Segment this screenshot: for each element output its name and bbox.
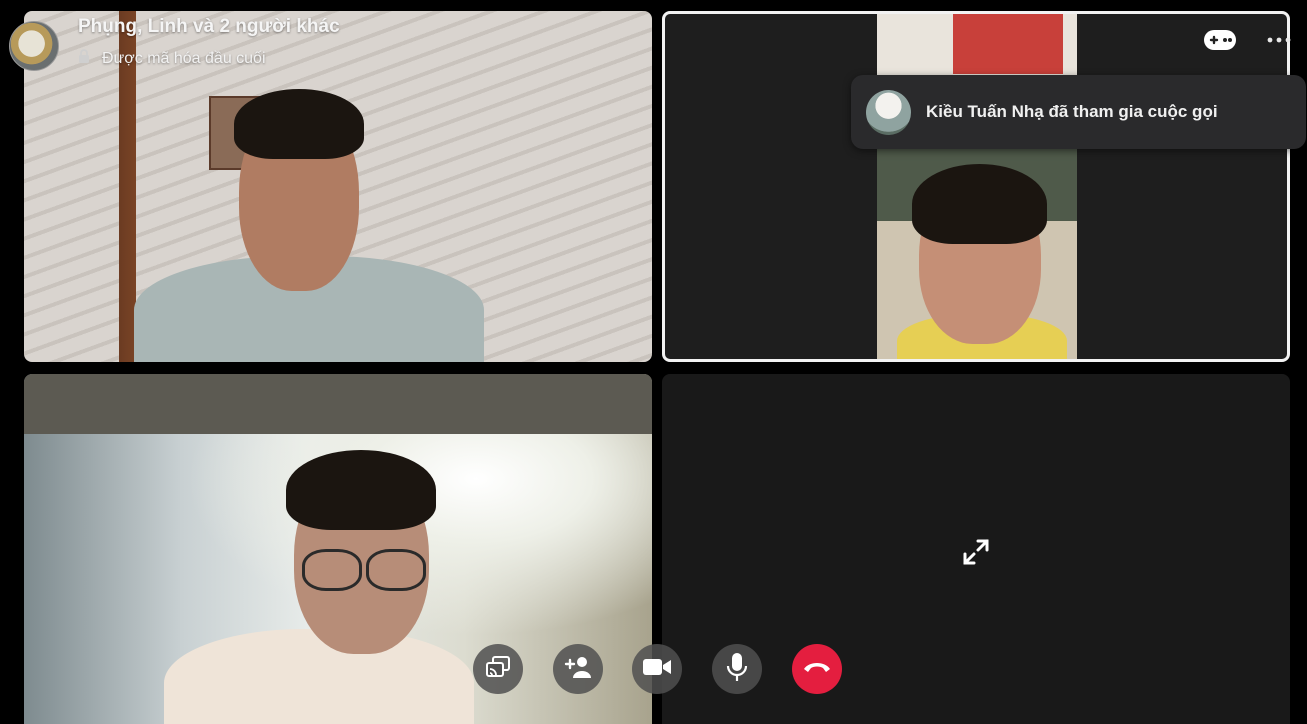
encryption-label: Được mã hóa đầu cuối xyxy=(102,49,266,67)
ceiling xyxy=(24,374,652,434)
join-notification: Kiều Tuấn Nhạ đã tham gia cuộc gọi xyxy=(851,75,1306,149)
group-avatar[interactable] xyxy=(9,21,59,71)
video-tile-participant-2[interactable] xyxy=(662,11,1290,362)
background-poster xyxy=(953,14,1063,74)
participant-hair xyxy=(912,164,1047,244)
add-people-button[interactable] xyxy=(553,644,603,694)
video-camera-icon xyxy=(642,657,672,682)
participant-hair xyxy=(234,89,364,159)
encryption-status: Được mã hóa đầu cuối xyxy=(78,49,266,68)
expand-arrows-icon[interactable] xyxy=(960,536,992,568)
video-toggle-button[interactable] xyxy=(632,644,682,694)
hang-up-icon xyxy=(802,660,832,679)
portrait-video xyxy=(877,14,1077,359)
glasses-left xyxy=(302,549,362,591)
glasses-right xyxy=(366,549,426,591)
call-title: Phụng, Linh và 2 người khác xyxy=(78,16,340,37)
microphone-icon xyxy=(726,652,748,687)
screen-share-icon xyxy=(485,655,511,684)
microphone-toggle-button[interactable] xyxy=(712,644,762,694)
add-person-icon xyxy=(563,655,593,684)
join-notification-text: Kiều Tuấn Nhạ đã tham gia cuộc gọi xyxy=(926,102,1218,121)
participant-body xyxy=(164,629,474,724)
lock-icon xyxy=(78,49,90,68)
participant-hair xyxy=(286,450,436,530)
gamepad-icon[interactable] xyxy=(1202,26,1238,54)
joined-user-avatar xyxy=(866,89,911,135)
end-call-button[interactable] xyxy=(792,644,842,694)
share-screen-button[interactable] xyxy=(473,644,523,694)
more-dots-icon[interactable] xyxy=(1266,28,1292,52)
